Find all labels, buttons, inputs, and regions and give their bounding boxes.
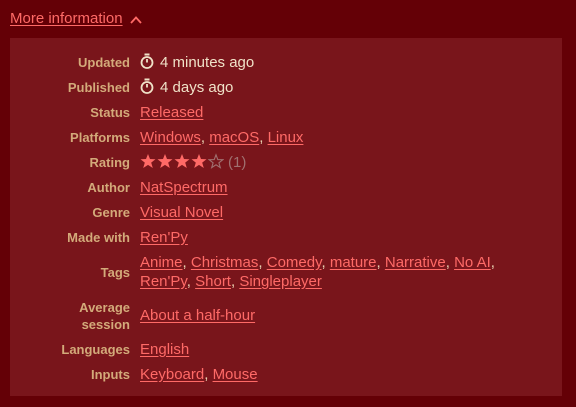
row-updated: Updated 4 minutes ago: [10, 50, 495, 75]
tag-link[interactable]: Short: [195, 273, 231, 290]
tag-link[interactable]: Anime: [140, 254, 183, 271]
info-table: Updated 4 minutes ago Published 4 days a…: [10, 50, 495, 387]
label-languages: Languages: [61, 342, 130, 357]
row-rating: Rating (1): [10, 150, 495, 175]
more-information-link[interactable]: More information: [10, 10, 123, 27]
platform-link-linux[interactable]: Linux: [268, 129, 304, 146]
star-filled-icon: [174, 154, 190, 168]
row-tags: Tags Anime, Christmas, Comedy, mature, N…: [10, 250, 495, 294]
label-average-session: Average session: [79, 299, 130, 332]
label-made-with: Made with: [67, 230, 130, 245]
rating-stars[interactable]: [140, 153, 224, 169]
value-rating: (1): [140, 150, 495, 175]
tag-link[interactable]: Singleplayer: [239, 273, 322, 290]
row-made-with: Made with Ren'Py: [10, 225, 495, 250]
row-published: Published 4 days ago: [10, 75, 495, 100]
stopwatch-icon: [140, 78, 154, 94]
info-panel: Updated 4 minutes ago Published 4 days a…: [10, 38, 562, 396]
tag-link[interactable]: No AI: [454, 254, 491, 271]
platform-link-windows[interactable]: Windows: [140, 129, 201, 146]
genre-link[interactable]: Visual Novel: [140, 204, 223, 221]
row-genre: Genre Visual Novel: [10, 200, 495, 225]
language-link[interactable]: English: [140, 341, 189, 358]
label-genre: Genre: [92, 205, 130, 220]
average-session-link[interactable]: About a half-hour: [140, 307, 255, 324]
tag-link[interactable]: Comedy: [267, 254, 322, 271]
row-author: Author NatSpectrum: [10, 175, 495, 200]
label-inputs: Inputs: [91, 367, 130, 382]
more-information-toggle[interactable]: More information: [10, 9, 143, 27]
status-link[interactable]: Released: [140, 104, 203, 121]
row-platforms: Platforms Windows, macOS, Linux: [10, 125, 495, 150]
star-filled-icon: [191, 154, 207, 168]
tag-link[interactable]: Christmas: [191, 254, 259, 271]
chevron-up-icon[interactable]: [129, 13, 143, 27]
row-status: Status Released: [10, 100, 495, 125]
row-inputs: Inputs Keyboard, Mouse: [10, 362, 495, 387]
value-tags: Anime, Christmas, Comedy, mature, Narrat…: [140, 254, 495, 290]
row-average-session: Average session About a half-hour: [10, 294, 495, 337]
row-languages: Languages English: [10, 337, 495, 362]
published-time: 4 days ago: [160, 79, 234, 96]
value-inputs: Keyboard, Mouse: [140, 366, 258, 383]
label-status: Status: [90, 105, 130, 120]
label-updated: Updated: [78, 55, 130, 70]
rating-count: (1): [228, 154, 247, 171]
input-link-keyboard[interactable]: Keyboard: [140, 366, 204, 383]
input-link-mouse[interactable]: Mouse: [213, 366, 258, 383]
value-published: 4 days ago: [140, 75, 495, 100]
value-updated: 4 minutes ago: [140, 50, 495, 75]
star-filled-icon: [140, 154, 156, 168]
made-with-link[interactable]: Ren'Py: [140, 229, 188, 246]
tag-link[interactable]: Narrative: [385, 254, 446, 271]
label-published: Published: [67, 80, 130, 95]
tag-link[interactable]: Ren'Py: [140, 273, 187, 290]
label-platforms: Platforms: [70, 130, 130, 145]
label-rating: Rating: [89, 155, 130, 170]
tag-link[interactable]: mature: [330, 254, 377, 271]
star-filled-icon: [157, 154, 173, 168]
label-tags: Tags: [100, 264, 130, 280]
author-link[interactable]: NatSpectrum: [140, 179, 228, 196]
star-empty-icon: [208, 153, 224, 169]
platform-link-macos[interactable]: macOS: [209, 129, 259, 146]
label-author: Author: [87, 180, 130, 195]
stopwatch-icon: [140, 53, 154, 69]
value-platforms: Windows, macOS, Linux: [140, 129, 304, 146]
updated-time: 4 minutes ago: [160, 54, 255, 71]
